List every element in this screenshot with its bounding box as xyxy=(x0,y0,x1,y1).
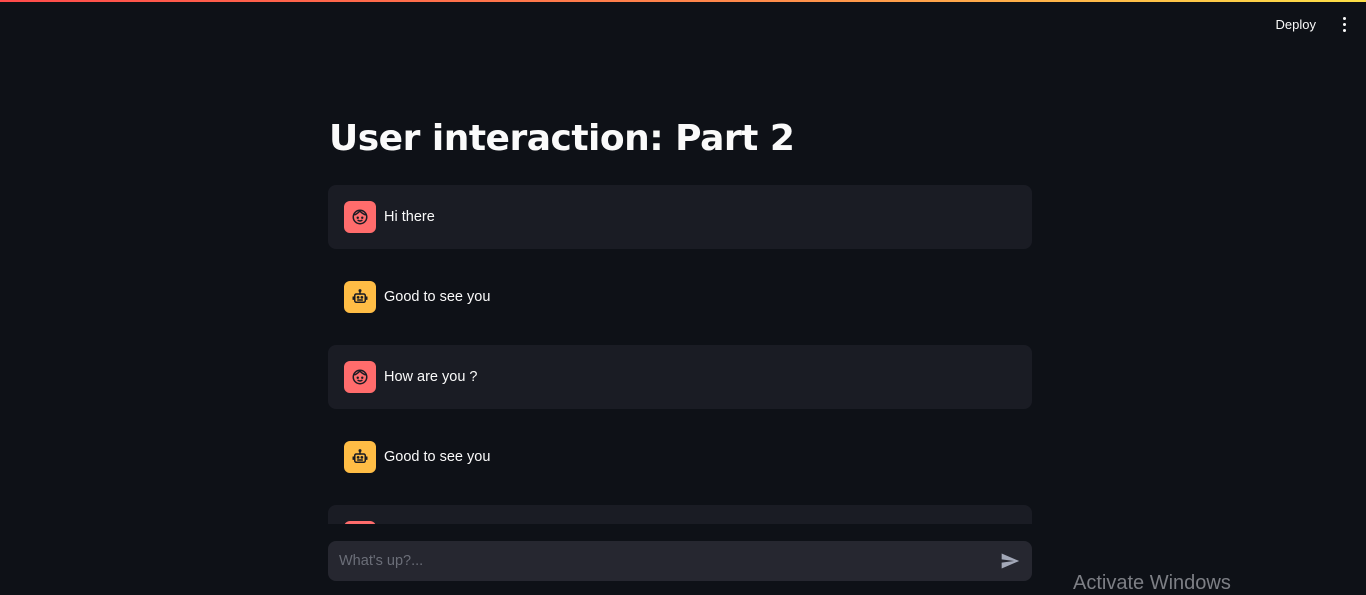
robot-icon xyxy=(344,281,376,313)
chat-message-user: Hi there xyxy=(328,185,1032,249)
chat-message-assistant: Good to see you xyxy=(328,265,1032,329)
chat-message-user xyxy=(328,505,1032,524)
chat-message-user: How are you ? xyxy=(328,345,1032,409)
message-text: Good to see you xyxy=(384,289,491,305)
chat-message-list: Hi there Good to see you How are you ? G… xyxy=(328,185,1032,524)
chat-input-container xyxy=(328,541,1032,581)
main-content: User interaction: Part 2 Hi there Good t… xyxy=(328,0,1032,524)
message-text: Hi there xyxy=(384,209,435,225)
message-text: How are you ? xyxy=(384,369,478,385)
user-face-icon xyxy=(344,521,376,524)
page-title: User interaction: Part 2 xyxy=(329,118,795,159)
more-vert-icon[interactable] xyxy=(1334,12,1354,36)
deploy-button[interactable]: Deploy xyxy=(1264,11,1328,38)
activate-windows-watermark: Activate Windows xyxy=(1073,572,1231,594)
chat-message-assistant: Good to see you xyxy=(328,425,1032,489)
user-face-icon xyxy=(344,201,376,233)
user-face-icon xyxy=(344,361,376,393)
chat-input[interactable] xyxy=(337,552,998,570)
send-icon[interactable] xyxy=(998,549,1022,573)
header-toolbar: Deploy xyxy=(1264,0,1366,48)
robot-icon xyxy=(344,441,376,473)
message-text: Good to see you xyxy=(384,449,491,465)
